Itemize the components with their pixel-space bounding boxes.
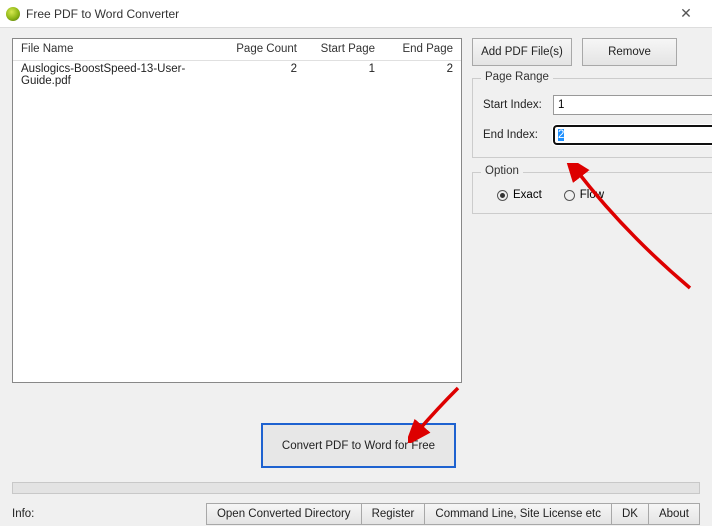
info-label: Info:	[12, 508, 34, 520]
radio-flow[interactable]: Flow	[564, 189, 604, 201]
add-pdf-button[interactable]: Add PDF File(s)	[472, 38, 572, 66]
about-button[interactable]: About	[648, 503, 700, 525]
page-range-legend: Page Range	[481, 71, 553, 83]
command-line-button[interactable]: Command Line, Site License etc	[424, 503, 612, 525]
cell-start: 1	[305, 61, 383, 81]
col-endpage[interactable]: End Page	[383, 39, 461, 60]
option-legend: Option	[481, 165, 523, 177]
register-button[interactable]: Register	[361, 503, 426, 525]
cell-end: 2	[383, 61, 461, 81]
file-table[interactable]: File Name Page Count Start Page End Page…	[12, 38, 462, 383]
buy-button[interactable]: DK	[611, 503, 649, 525]
page-range-group: Page Range Start Index: ▲▼ End Index: ▲▼	[472, 78, 712, 158]
start-index-label: Start Index:	[483, 99, 553, 111]
end-index-input[interactable]	[553, 125, 712, 145]
table-row[interactable]: Auslogics-BoostSpeed-13-User-Guide.pdf 2…	[13, 61, 461, 81]
cell-filename: Auslogics-BoostSpeed-13-User-Guide.pdf	[13, 61, 227, 81]
cell-count: 2	[227, 61, 305, 81]
status-bar	[12, 482, 700, 494]
remove-button[interactable]: Remove	[582, 38, 677, 66]
close-icon[interactable]: ✕	[666, 5, 706, 22]
col-startpage[interactable]: Start Page	[305, 39, 383, 60]
app-icon	[6, 7, 20, 21]
start-index-input[interactable]	[553, 95, 712, 115]
radio-flow-label: Flow	[580, 189, 604, 201]
window-title: Free PDF to Word Converter	[26, 7, 666, 21]
radio-exact-label: Exact	[513, 189, 542, 201]
radio-exact[interactable]: Exact	[497, 189, 542, 201]
col-filename[interactable]: File Name	[13, 39, 227, 60]
end-index-label: End Index:	[483, 129, 553, 141]
col-pagecount[interactable]: Page Count	[227, 39, 305, 60]
open-directory-button[interactable]: Open Converted Directory	[206, 503, 362, 525]
convert-button[interactable]: Convert PDF to Word for Free	[261, 423, 456, 468]
option-group: Option Exact Flow	[472, 172, 712, 214]
